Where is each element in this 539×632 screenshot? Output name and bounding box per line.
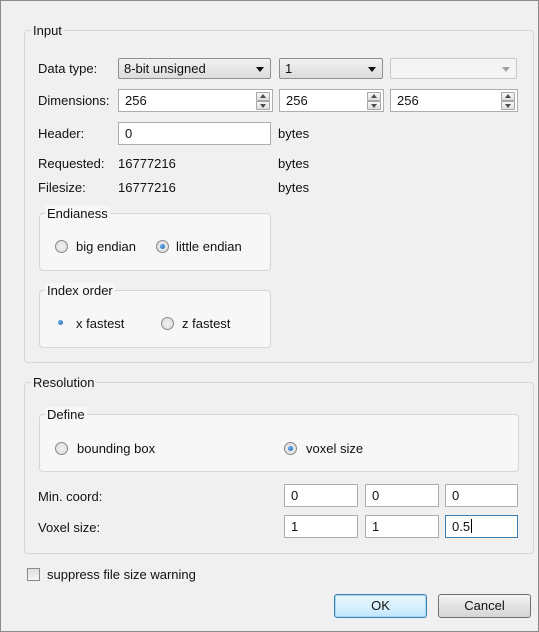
data-type-value: 8-bit unsigned [124,61,206,76]
dimensions-label: Dimensions: [38,93,110,108]
combo-arrow-icon [368,67,376,72]
requested-label: Requested: [38,156,105,171]
dimension-y-value: 256 [286,93,308,108]
z-fastest-label[interactable]: z fastest [182,316,230,331]
voxel-size-x-input[interactable]: 1 [284,515,358,538]
input-group-title: Input [31,23,64,38]
text-caret [471,519,473,533]
dimension-z-value: 256 [397,93,419,108]
z-fastest-radio[interactable] [161,317,174,330]
voxel-size-option-label[interactable]: voxel size [306,441,363,456]
voxel-size-y-value: 1 [372,519,380,534]
ok-button[interactable]: OK [334,594,427,618]
spin-up-icon[interactable] [501,92,515,101]
combo-arrow-icon [502,67,510,72]
resolution-group-title: Resolution [31,375,97,390]
spin-down-icon[interactable] [367,101,381,110]
third-combo[interactable] [390,58,517,79]
dimension-x-spinbox[interactable]: 256 [118,89,273,112]
x-fastest-radio[interactable] [55,317,68,330]
spin-buttons[interactable] [367,92,381,110]
suppress-warning-label[interactable]: suppress file size warning [47,567,196,582]
spin-up-icon[interactable] [367,92,381,101]
min-coord-label: Min. coord: [38,489,103,504]
define-title: Define [45,407,87,422]
filesize-value: 16777216 [118,180,176,195]
dimension-z-spinbox[interactable]: 256 [390,89,518,112]
components-combo[interactable]: 1 [279,58,383,79]
suppress-warning-checkbox[interactable] [27,568,40,581]
big-endian-label[interactable]: big endian [76,239,136,254]
data-type-combo[interactable]: 8-bit unsigned [118,58,271,79]
data-type-label: Data type: [38,61,98,76]
spin-buttons[interactable] [501,92,515,110]
index-order-group [39,290,271,348]
endianess-title: Endianess [45,206,110,221]
little-endian-radio[interactable] [156,240,169,253]
min-coord-y-value: 0 [372,488,380,503]
voxel-size-radio[interactable] [284,442,297,455]
combo-arrow-icon [256,67,264,72]
filesize-label: Filesize: [38,180,86,195]
little-endian-label[interactable]: little endian [176,239,242,254]
min-coord-x-input[interactable]: 0 [284,484,358,507]
spin-down-icon[interactable] [256,101,270,110]
header-input[interactable]: 0 [118,122,271,145]
bounding-box-radio[interactable] [55,442,68,455]
min-coord-z-value: 0 [452,488,460,503]
spin-up-icon[interactable] [256,92,270,101]
min-coord-z-input[interactable]: 0 [445,484,518,507]
min-coord-y-input[interactable]: 0 [365,484,439,507]
dimension-x-value: 256 [125,93,147,108]
cancel-button[interactable]: Cancel [438,594,531,618]
requested-unit: bytes [278,156,310,171]
x-fastest-label[interactable]: x fastest [76,316,124,331]
header-unit: bytes [278,126,310,141]
voxel-size-z-value: 0.5 [452,519,471,534]
header-label: Header: [38,126,85,141]
index-order-title: Index order [45,283,115,298]
requested-value: 16777216 [118,156,176,171]
filesize-unit: bytes [278,180,310,195]
spin-down-icon[interactable] [501,101,515,110]
components-value: 1 [285,61,293,76]
dimension-y-spinbox[interactable]: 256 [279,89,384,112]
voxel-size-x-value: 1 [291,519,299,534]
voxel-size-z-input[interactable]: 0.5 [445,515,518,538]
bounding-box-label[interactable]: bounding box [77,441,155,456]
header-value: 0 [125,126,133,141]
min-coord-x-value: 0 [291,488,299,503]
big-endian-radio[interactable] [55,240,68,253]
voxel-size-label: Voxel size: [38,520,101,535]
spin-buttons[interactable] [256,92,270,110]
voxel-size-y-input[interactable]: 1 [365,515,439,538]
